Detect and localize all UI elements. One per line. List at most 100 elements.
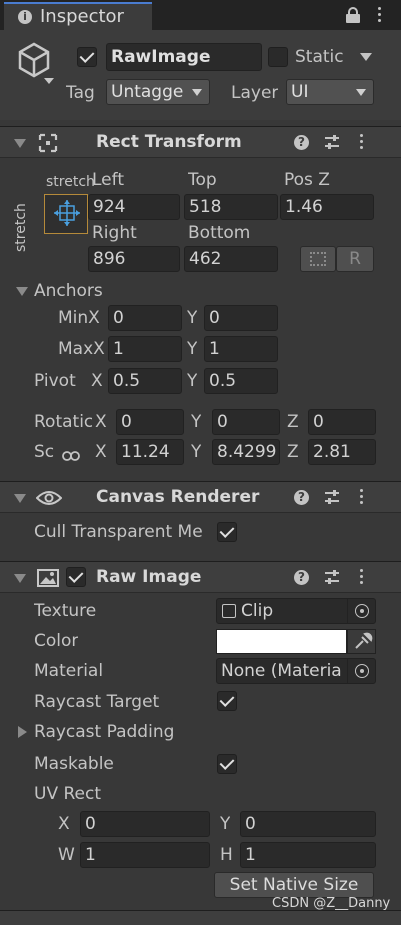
texture-asset-icon — [222, 604, 236, 618]
help-icon[interactable]: ? — [294, 570, 309, 585]
link-icon[interactable] — [62, 446, 80, 466]
scale-z-input[interactable]: 2.81 — [308, 439, 376, 465]
tag-label: Tag — [66, 83, 95, 103]
anchors-label: Anchors — [34, 281, 103, 301]
raw-image-title: Raw Image — [96, 567, 202, 587]
bottom-input[interactable]: 462 — [184, 246, 278, 272]
canvas-renderer-title: Canvas Renderer — [96, 487, 260, 507]
rot-y-label: Y — [191, 412, 202, 432]
raw-edit-button[interactable]: R — [336, 246, 374, 272]
posz-input[interactable]: 1.46 — [280, 194, 374, 220]
max-y-input[interactable]: 1 — [204, 336, 278, 362]
pivot-y-input[interactable]: 0.5 — [204, 368, 278, 394]
pivot-x-label: X — [91, 371, 103, 391]
raycast-target-checkbox[interactable] — [217, 691, 237, 711]
scale-y-input[interactable]: 8.4299 — [212, 439, 280, 465]
raw-image-header[interactable]: Raw Image ? — [0, 561, 401, 593]
watermark: CSDN @Z__Danny — [272, 896, 391, 911]
object-picker-icon[interactable] — [347, 599, 375, 623]
pivot-label: Pivot — [34, 371, 76, 391]
active-checkbox[interactable] — [77, 47, 97, 67]
scale-label: Sc — [34, 442, 55, 462]
uv-rect-label: UV Rect — [34, 784, 101, 804]
stretch-top-label: stretch — [46, 174, 95, 190]
static-checkbox[interactable] — [268, 47, 288, 67]
static-dropdown-icon[interactable] — [360, 53, 372, 61]
min-y-label: Y — [187, 308, 198, 328]
fold-arrow-icon[interactable] — [14, 574, 26, 583]
scale-x-input[interactable]: 11.24 — [116, 439, 184, 465]
max-y-label: Y — [187, 339, 198, 359]
dotted-rect-icon — [310, 252, 326, 266]
uv-x-input[interactable]: 0 — [80, 811, 210, 837]
right-input[interactable]: 896 — [88, 246, 180, 272]
color-label: Color — [34, 631, 79, 651]
raycast-padding-label: Raycast Padding — [34, 722, 175, 742]
right-label: Right — [92, 223, 137, 243]
uv-w-input[interactable]: 1 — [80, 842, 210, 868]
canvas-renderer-header[interactable]: Canvas Renderer ? — [0, 481, 401, 513]
image-icon — [37, 569, 59, 592]
component-menu-icon[interactable] — [360, 489, 364, 505]
uv-y-input[interactable]: 0 — [240, 811, 376, 837]
max-x-input[interactable]: 1 — [108, 336, 182, 362]
object-name-input[interactable]: RawImage — [106, 43, 262, 71]
min-x-input[interactable]: 0 — [108, 305, 182, 331]
info-icon: i — [18, 10, 32, 24]
help-icon[interactable]: ? — [294, 490, 309, 505]
rect-transform-header[interactable]: Rect Transform ? — [0, 126, 401, 158]
texture-value: Clip — [241, 601, 274, 621]
rot-z-input[interactable]: 0 — [308, 409, 376, 435]
tab-menu-icon[interactable] — [378, 7, 382, 23]
tag-dropdown[interactable]: Untagge — [106, 79, 210, 105]
fold-arrow-icon[interactable] — [14, 139, 26, 148]
rect-transform-title: Rect Transform — [96, 132, 242, 152]
presets-icon[interactable] — [324, 569, 340, 590]
eye-icon — [35, 490, 63, 511]
eyedropper-icon[interactable] — [347, 629, 376, 654]
presets-icon[interactable] — [324, 134, 340, 155]
component-menu-icon[interactable] — [360, 569, 364, 585]
left-input[interactable]: 924 — [88, 194, 180, 220]
anchor-presets-button[interactable] — [44, 194, 88, 234]
presets-icon[interactable] — [324, 489, 340, 510]
posz-label: Pos Z — [284, 170, 330, 190]
raw-image-enabled-checkbox[interactable] — [66, 567, 86, 587]
fold-arrow-icon[interactable] — [14, 494, 26, 503]
pivot-x-input[interactable]: 0.5 — [108, 368, 182, 394]
lock-icon[interactable] — [346, 7, 360, 23]
cull-transparent-checkbox[interactable] — [217, 522, 237, 542]
rot-y-input[interactable]: 0 — [212, 409, 280, 435]
stretch-side-label: stretch — [13, 203, 29, 252]
top-input[interactable]: 518 — [184, 194, 278, 220]
uv-h-input[interactable]: 1 — [240, 842, 376, 868]
anchors-fold-icon[interactable] — [16, 287, 28, 296]
set-native-size-button[interactable]: Set Native Size — [214, 872, 374, 898]
material-label: Material — [34, 661, 104, 681]
next-component-header — [0, 910, 401, 925]
blueprint-mode-button[interactable] — [300, 246, 336, 272]
cull-transparent-label: Cull Transparent Me — [34, 522, 203, 542]
layer-value: UI — [291, 82, 309, 102]
component-menu-icon[interactable] — [360, 134, 364, 150]
raycast-padding-fold-icon[interactable] — [18, 726, 27, 738]
pivot-y-label: Y — [187, 371, 198, 391]
texture-label: Texture — [34, 601, 97, 621]
layer-dropdown[interactable]: UI — [286, 79, 374, 105]
tab-inspector[interactable]: i Inspector — [4, 2, 152, 30]
color-swatch[interactable] — [216, 629, 347, 654]
object-picker-icon[interactable] — [347, 659, 375, 683]
scale-x-label: X — [95, 442, 107, 462]
rect-transform-icon — [38, 133, 58, 158]
material-field[interactable]: None (Materia — [216, 658, 376, 684]
top-label: Top — [188, 170, 217, 190]
min-y-input[interactable]: 0 — [204, 305, 278, 331]
uv-w-label: W — [58, 845, 75, 865]
texture-field[interactable]: Clip — [216, 598, 376, 624]
help-icon[interactable]: ? — [294, 135, 309, 150]
chevron-down-icon — [356, 89, 366, 96]
rot-x-input[interactable]: 0 — [116, 409, 184, 435]
maskable-checkbox[interactable] — [217, 754, 237, 774]
left-label: Left — [92, 170, 124, 190]
tag-value: Untagge — [111, 82, 184, 102]
